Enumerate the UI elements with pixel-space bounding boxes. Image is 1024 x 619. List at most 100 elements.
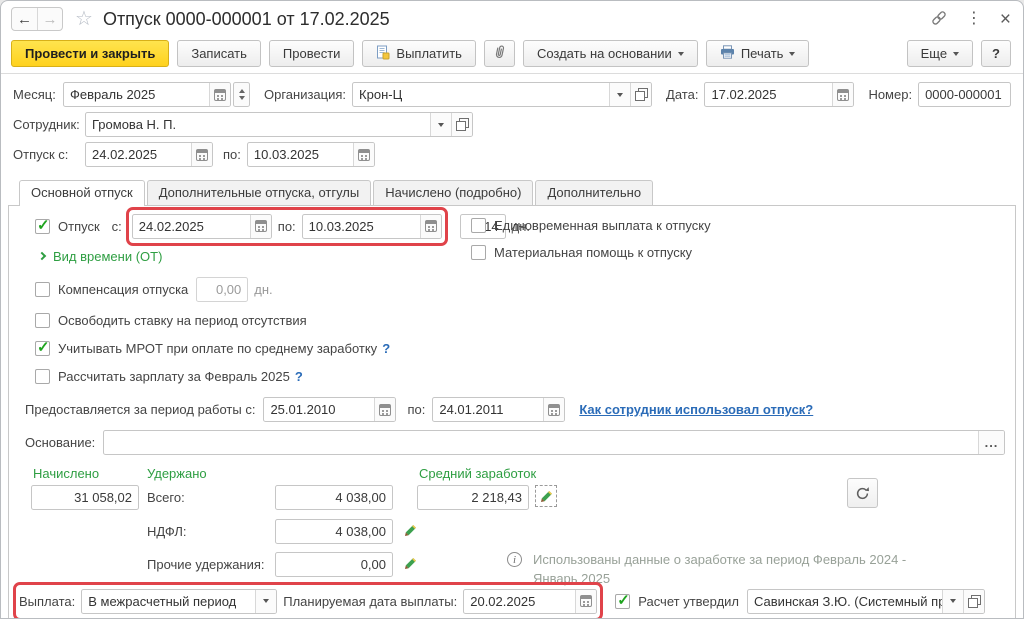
- from-date-value: 24.02.2025: [138, 218, 204, 234]
- vacation-usage-link[interactable]: Как сотрудник использовал отпуск?: [579, 402, 813, 417]
- ndfl-field[interactable]: 4 038,00: [275, 519, 393, 544]
- material-help-checkbox[interactable]: [471, 244, 486, 260]
- onetime-payment-checkbox[interactable]: [471, 217, 486, 233]
- organization-dropdown-button[interactable]: [609, 83, 631, 106]
- organization-open-button[interactable]: [630, 83, 652, 106]
- help-button[interactable]: ?: [981, 40, 1011, 67]
- number-field[interactable]: 0000-000001: [918, 82, 1011, 107]
- compensation-unit-label: дн.: [254, 281, 273, 297]
- date-field[interactable]: 17.02.2025: [704, 82, 855, 107]
- number-label: Номер:: [868, 87, 913, 102]
- help-label: ?: [992, 46, 1000, 61]
- from-date-calendar-button[interactable]: [249, 214, 271, 238]
- approved-checkbox[interactable]: [615, 591, 631, 609]
- payment-type-dropdown-button[interactable]: [255, 589, 277, 613]
- close-icon[interactable]: ×: [1000, 10, 1011, 29]
- period-to-calendar-button[interactable]: [543, 398, 565, 421]
- calendar-icon: [196, 148, 208, 161]
- expander-chevron-icon[interactable]: [37, 251, 47, 261]
- calc-salary-help-link[interactable]: ?: [295, 369, 303, 384]
- organization-field[interactable]: Крон-Ц: [352, 82, 653, 107]
- period-from-calendar-button[interactable]: [374, 398, 396, 421]
- more-actions-button[interactable]: Еще: [906, 40, 974, 67]
- tab-accrued-detail[interactable]: Начислено (подробно): [373, 180, 534, 205]
- planned-date-calendar-button[interactable]: [575, 589, 597, 613]
- forward-arrow-icon: →: [42, 10, 58, 28]
- vacation-to-calendar-button[interactable]: [352, 143, 374, 166]
- date-calendar-button[interactable]: [832, 83, 854, 106]
- free-rate-checkbox[interactable]: [35, 312, 50, 328]
- vacation-to-value: 10.03.2025: [253, 147, 319, 162]
- to-date-field[interactable]: 10.03.2025: [301, 213, 442, 239]
- payment-type-field[interactable]: В межрасчетный период: [81, 588, 278, 614]
- calendar-icon: [357, 148, 370, 161]
- save-button[interactable]: Записать: [177, 40, 261, 67]
- approved-by-open-button[interactable]: [963, 589, 985, 613]
- vacation-from-calendar-button[interactable]: [191, 143, 212, 166]
- basis-value: [104, 431, 978, 454]
- post-button[interactable]: Провести: [268, 40, 355, 67]
- calc-salary-checkbox[interactable]: [35, 368, 50, 384]
- vacation-checkbox[interactable]: [35, 216, 50, 234]
- time-kind-link[interactable]: Вид времени (ОТ): [53, 249, 162, 264]
- calendar-icon: [424, 220, 437, 232]
- approved-label: Расчет утвердил: [638, 593, 740, 609]
- attachments-button[interactable]: [483, 40, 515, 67]
- forward-button[interactable]: →: [37, 8, 62, 30]
- tab-main-vacation[interactable]: Основной отпуск: [19, 180, 145, 206]
- month-field[interactable]: Февраль 2025: [63, 82, 231, 107]
- accrued-label: Начислено: [33, 466, 100, 481]
- mrot-help-link[interactable]: ?: [382, 341, 390, 356]
- pencil-icon: [404, 524, 416, 536]
- employee-open-button[interactable]: [451, 113, 472, 136]
- pay-button[interactable]: Выплатить: [362, 40, 476, 67]
- withheld-total-field[interactable]: 4 038,00: [275, 485, 393, 510]
- ndfl-edit-button[interactable]: [401, 521, 419, 539]
- number-value: 0000-000001: [925, 87, 1002, 102]
- from-date-field[interactable]: 24.02.2025: [131, 213, 272, 239]
- tab-additional-vacations[interactable]: Дополнительные отпуска, отгулы: [146, 180, 372, 205]
- period-to-field[interactable]: 24.01.2011: [432, 397, 566, 422]
- get-link-icon[interactable]: [930, 9, 948, 30]
- print-button[interactable]: Печать: [705, 40, 810, 67]
- post-and-close-label: Провести и закрыть: [25, 46, 156, 61]
- employee-field[interactable]: Громова Н. П.: [85, 112, 473, 137]
- basis-field[interactable]: ...: [103, 430, 1005, 455]
- ndfl-label: НДФЛ:: [147, 524, 187, 539]
- other-withholdings-label: Прочие удержания:: [147, 557, 265, 572]
- recalculate-button[interactable]: [847, 478, 878, 508]
- back-button[interactable]: ←: [12, 8, 37, 30]
- employee-dropdown-button[interactable]: [430, 113, 451, 136]
- compensation-checkbox[interactable]: [35, 281, 50, 297]
- approved-by-dropdown-button[interactable]: [942, 589, 964, 613]
- period-from-field[interactable]: 25.01.2010: [263, 397, 397, 422]
- approved-by-field[interactable]: Савинская З.Ю. (Системный про: [747, 588, 986, 614]
- planned-date-value: 20.02.2025: [470, 593, 536, 609]
- mrot-checkbox[interactable]: [35, 338, 50, 356]
- vacation-to-field[interactable]: 10.03.2025: [246, 142, 375, 167]
- vacation-from-label: Отпуск с:: [13, 147, 69, 162]
- more-menu-icon[interactable]: ⋮: [966, 11, 982, 27]
- post-and-close-button[interactable]: Провести и закрыть: [11, 40, 170, 67]
- calendar-icon: [580, 595, 593, 607]
- vacation-to-label: по:: [223, 147, 241, 162]
- average-earnings-field[interactable]: 2 218,43: [417, 485, 529, 510]
- other-withholdings-edit-button[interactable]: [401, 554, 419, 572]
- average-earnings-edit-button[interactable]: [535, 485, 557, 507]
- vacation-from-field[interactable]: 24.02.2025: [85, 142, 213, 167]
- to-date-calendar-button[interactable]: [419, 214, 441, 238]
- favorite-star-icon[interactable]: ☆: [75, 9, 93, 29]
- earnings-section: Начислено 31 058,02 Удержано Всего: 4 03…: [19, 466, 1005, 586]
- planned-date-field[interactable]: 20.02.2025: [463, 588, 598, 614]
- from-label: с:: [111, 218, 122, 234]
- tab-additional[interactable]: Дополнительно: [535, 180, 654, 205]
- month-spinner[interactable]: [233, 82, 250, 107]
- compensation-days-field[interactable]: 0,00: [196, 276, 249, 302]
- pay-document-icon: [376, 45, 390, 63]
- other-withholdings-field[interactable]: 0,00: [275, 552, 393, 577]
- month-calendar-button[interactable]: [209, 83, 230, 106]
- vacation-dates-annotation: 24.02.2025 по: 10.03.2025: [125, 206, 448, 246]
- basis-ellipsis-button[interactable]: ...: [978, 431, 1004, 454]
- create-based-on-button[interactable]: Создать на основании: [522, 40, 698, 67]
- accrued-field[interactable]: 31 058,02: [31, 485, 139, 510]
